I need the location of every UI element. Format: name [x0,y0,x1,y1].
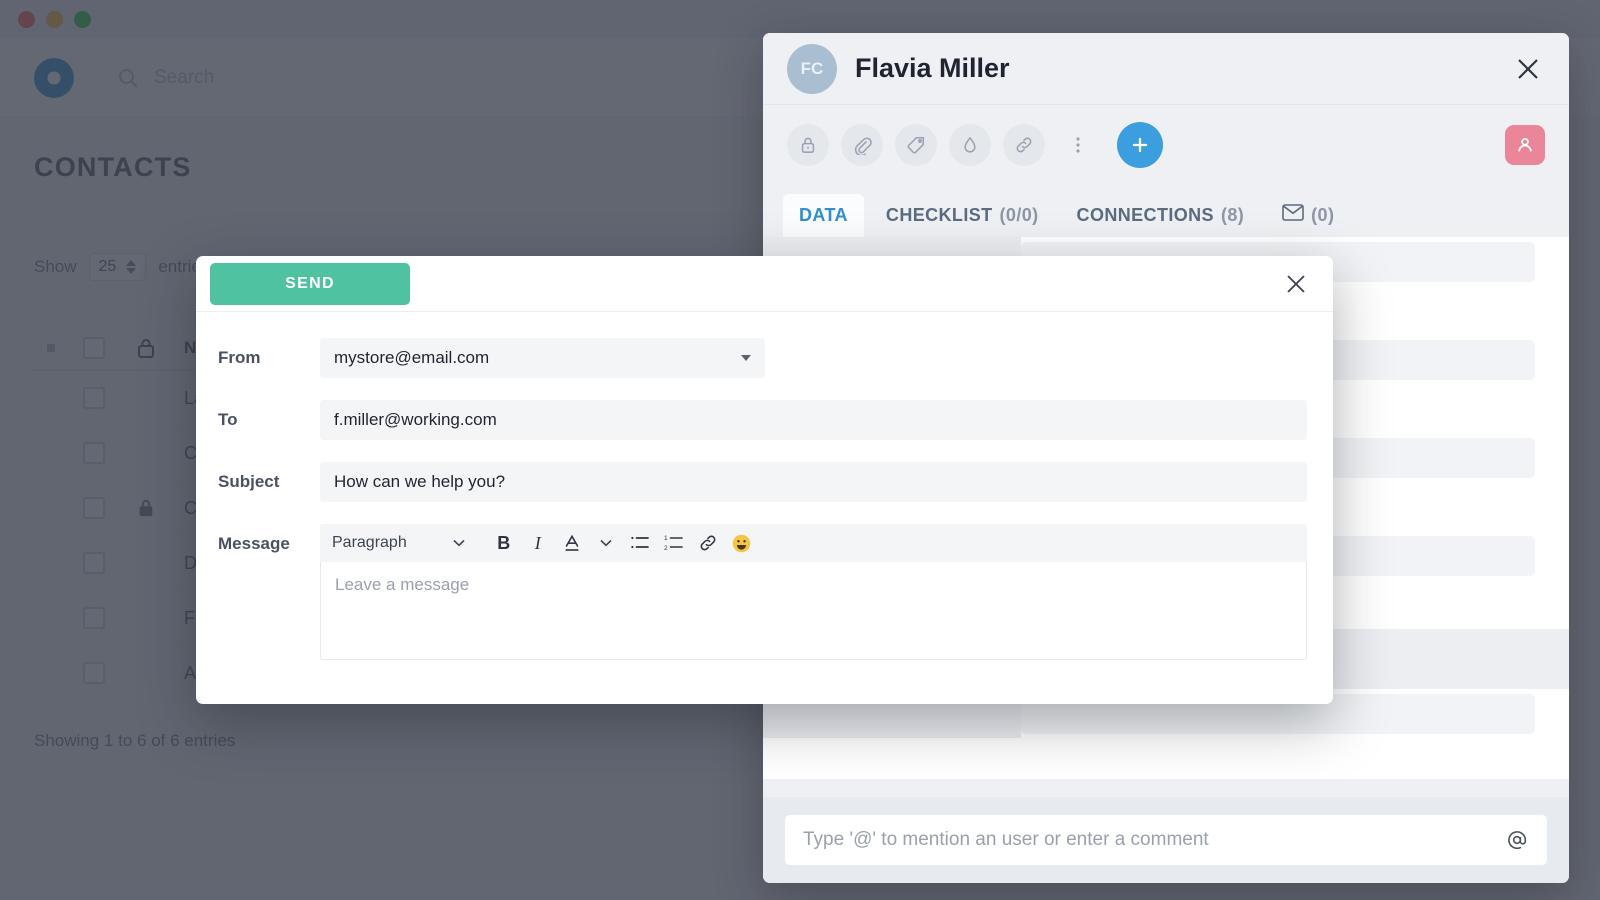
subject-input[interactable]: How can we help you? [320,462,1307,502]
send-button[interactable]: SEND [210,262,410,305]
chevron-down-icon [741,355,751,361]
tab-connections-label: CONNECTIONS [1076,205,1214,225]
panel-toolbar [763,105,1569,185]
bullet-list-button[interactable] [625,529,655,557]
from-select[interactable]: mystore@email.com [320,338,765,378]
from-value: mystore@email.com [334,348,490,367]
subject-field-row: Subject How can we help you? [218,462,1307,502]
tab-checklist-count: (0/0) [999,205,1039,225]
panel-header: FC Flavia Miller [763,33,1569,105]
link-icon[interactable] [1003,124,1045,166]
text-color-button[interactable] [557,529,587,557]
tab-checklist-label: CHECKLIST [885,205,993,225]
envelope-icon [1282,204,1304,226]
rich-text-toolbar: Paragraph B I 1 2 [320,524,1307,562]
at-icon[interactable] [1505,828,1529,852]
to-field-row: To f.miller@working.com [218,400,1307,440]
avatar: FC [787,43,837,94]
dialog-header: SEND [196,256,1333,312]
text-color-dropdown[interactable] [591,529,621,557]
chevron-down-icon [600,539,612,547]
comment-input[interactable]: Type '@' to mention an user or enter a c… [785,815,1547,865]
tab-data[interactable]: DATA [783,194,864,237]
block-format-select[interactable]: Paragraph [332,534,475,552]
tag-icon[interactable] [895,124,937,166]
dialog-body: From mystore@email.com To f.miller@worki… [196,312,1333,660]
droplet-icon[interactable] [949,124,991,166]
panel-toolbar-right [1505,125,1545,165]
tab-mail-count: (0) [1311,204,1335,225]
svg-text:2: 2 [664,545,668,552]
comment-placeholder: Type '@' to mention an user or enter a c… [803,829,1209,850]
dialog-close-button[interactable] [1281,269,1311,299]
tab-connections-count: (8) [1220,205,1245,225]
subject-label: Subject [218,472,280,491]
tab-checklist[interactable]: CHECKLIST (0/0) [870,194,1055,237]
message-field-row: Message Paragraph B I 1 2 Leave a messag… [218,524,1307,660]
comment-bar: Type '@' to mention an user or enter a c… [763,797,1569,883]
tab-data-label: DATA [799,205,848,225]
tab-mail[interactable]: (0) [1266,193,1350,237]
add-button[interactable] [1117,122,1163,168]
bold-button[interactable]: B [489,529,519,557]
from-field-row: From mystore@email.com [218,338,1307,378]
from-label: From [218,348,261,367]
emoji-button[interactable] [727,529,757,557]
panel-tabs: DATA CHECKLIST (0/0) CONNECTIONS (8) (0) [763,185,1569,237]
panel-close-button[interactable] [1511,52,1545,86]
email-compose-dialog: SEND From mystore@email.com To f.miller@… [196,256,1333,704]
more-vertical-icon[interactable] [1057,124,1099,166]
chevron-down-icon [453,539,465,547]
lock-icon[interactable] [787,124,829,166]
svg-text:1: 1 [664,535,668,542]
message-label: Message [218,534,290,553]
contact-user-icon[interactable] [1505,125,1545,165]
screen-root: Search Activity CONTACTS Show 25 entries [0,0,1600,900]
link-button[interactable] [693,529,723,557]
to-label: To [218,410,238,429]
block-format-value: Paragraph [332,534,407,551]
to-input[interactable]: f.miller@working.com [320,400,1307,440]
message-textarea[interactable]: Leave a message [320,562,1307,660]
italic-button[interactable]: I [523,529,553,557]
tab-connections[interactable]: CONNECTIONS (8) [1061,194,1261,237]
numbered-list-button[interactable]: 1 2 [659,529,689,557]
panel-title: Flavia Miller [855,53,1010,83]
paperclip-icon[interactable] [841,124,883,166]
